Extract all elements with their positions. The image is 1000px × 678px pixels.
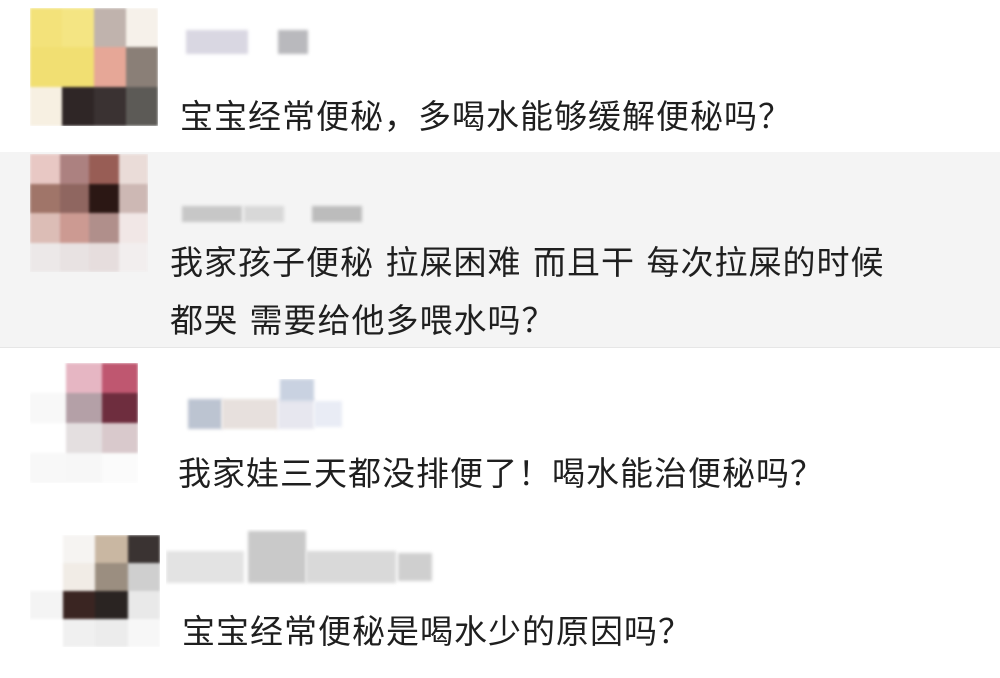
mosaic-cell (30, 619, 63, 647)
mosaic-cell (95, 535, 128, 563)
mosaic-cell (89, 213, 119, 243)
mosaic-cell (89, 242, 119, 272)
comment-text: 宝宝经常便秘，多喝水能够缓解便秘吗？ (180, 97, 792, 136)
blur-block (222, 399, 278, 429)
mosaic-cell (102, 453, 138, 483)
mosaic-cell (30, 393, 66, 423)
mosaic-cell (126, 47, 158, 87)
mosaic-cell (66, 453, 102, 483)
mosaic-cell (118, 183, 148, 213)
blur-block (166, 551, 244, 583)
comment-text: 我家孩子便秘 拉屎困难 而且干 每次拉屎的时候 都哭 需要给他多喂水吗？ (170, 243, 885, 340)
mosaic-cell (95, 563, 128, 591)
mosaic-cell (59, 154, 89, 184)
mosaic-cell (30, 535, 63, 563)
mosaic-cell (62, 535, 95, 563)
mosaic-cell (30, 242, 60, 272)
username-blurred (166, 529, 436, 589)
mosaic-cell (30, 213, 60, 243)
mosaic-cell (126, 86, 158, 126)
mosaic-cell (127, 563, 160, 591)
mosaic-cell (127, 535, 160, 563)
comment-item: 我家娃三天都没排便了！喝水能治便秘吗？ (0, 349, 1000, 521)
mosaic-cell (66, 363, 102, 393)
comment-item: 宝宝经常便秘是喝水少的原因吗？ (0, 521, 1000, 678)
mosaic-cell (62, 47, 94, 87)
mosaic-cell (59, 242, 89, 272)
mosaic-cell (30, 154, 60, 184)
blur-block (278, 399, 314, 429)
blur-block (188, 399, 222, 429)
mosaic-cell (30, 86, 62, 126)
blur-block (314, 401, 342, 427)
avatar (30, 363, 138, 483)
blur-block (182, 206, 242, 222)
blur-block (248, 531, 306, 583)
username-blurred (180, 379, 350, 439)
mosaic-cell (102, 393, 138, 423)
mosaic-cell (30, 47, 62, 87)
mosaic-cell (30, 183, 60, 213)
mosaic-cell (118, 242, 148, 272)
mosaic-cell (94, 86, 126, 126)
comment-item: 宝宝经常便秘，多喝水能够缓解便秘吗？ (0, 0, 1000, 152)
mosaic-cell (102, 423, 138, 453)
blur-block (398, 553, 432, 581)
mosaic-cell (30, 8, 62, 48)
mosaic-cell (30, 453, 66, 483)
mosaic-cell (62, 563, 95, 591)
comment-text: 我家娃三天都没排便了！喝水能治便秘吗？ (178, 454, 824, 493)
mosaic-cell (126, 8, 158, 48)
blur-block (244, 206, 284, 222)
mosaic-cell (59, 213, 89, 243)
blur-block (186, 30, 248, 54)
mosaic-cell (94, 8, 126, 48)
blur-block (278, 30, 308, 54)
mosaic-cell (89, 154, 119, 184)
mosaic-cell (118, 213, 148, 243)
avatar (30, 154, 148, 272)
mosaic-cell (59, 183, 89, 213)
mosaic-cell (62, 86, 94, 126)
mosaic-cell (30, 563, 63, 591)
mosaic-cell (30, 363, 66, 393)
blur-block (312, 206, 362, 222)
mosaic-cell (127, 591, 160, 619)
mosaic-cell (94, 47, 126, 87)
mosaic-cell (30, 423, 66, 453)
mosaic-cell (89, 183, 119, 213)
mosaic-cell (30, 591, 63, 619)
username-blurred (178, 200, 378, 226)
username-blurred (178, 24, 318, 64)
mosaic-cell (95, 619, 128, 647)
avatar (30, 8, 158, 126)
mosaic-cell (127, 619, 160, 647)
comment-text: 宝宝经常便秘是喝水少的原因吗？ (182, 612, 692, 651)
mosaic-cell (118, 154, 148, 184)
avatar (30, 535, 160, 647)
mosaic-cell (66, 423, 102, 453)
mosaic-cell (102, 363, 138, 393)
comment-item: 我家孩子便秘 拉屎困难 而且干 每次拉屎的时候 都哭 需要给他多喂水吗？ (0, 152, 1000, 348)
mosaic-cell (62, 591, 95, 619)
mosaic-cell (62, 8, 94, 48)
blur-block (280, 379, 314, 401)
blur-block (306, 551, 396, 583)
mosaic-cell (62, 619, 95, 647)
mosaic-cell (66, 393, 102, 423)
mosaic-cell (95, 591, 128, 619)
